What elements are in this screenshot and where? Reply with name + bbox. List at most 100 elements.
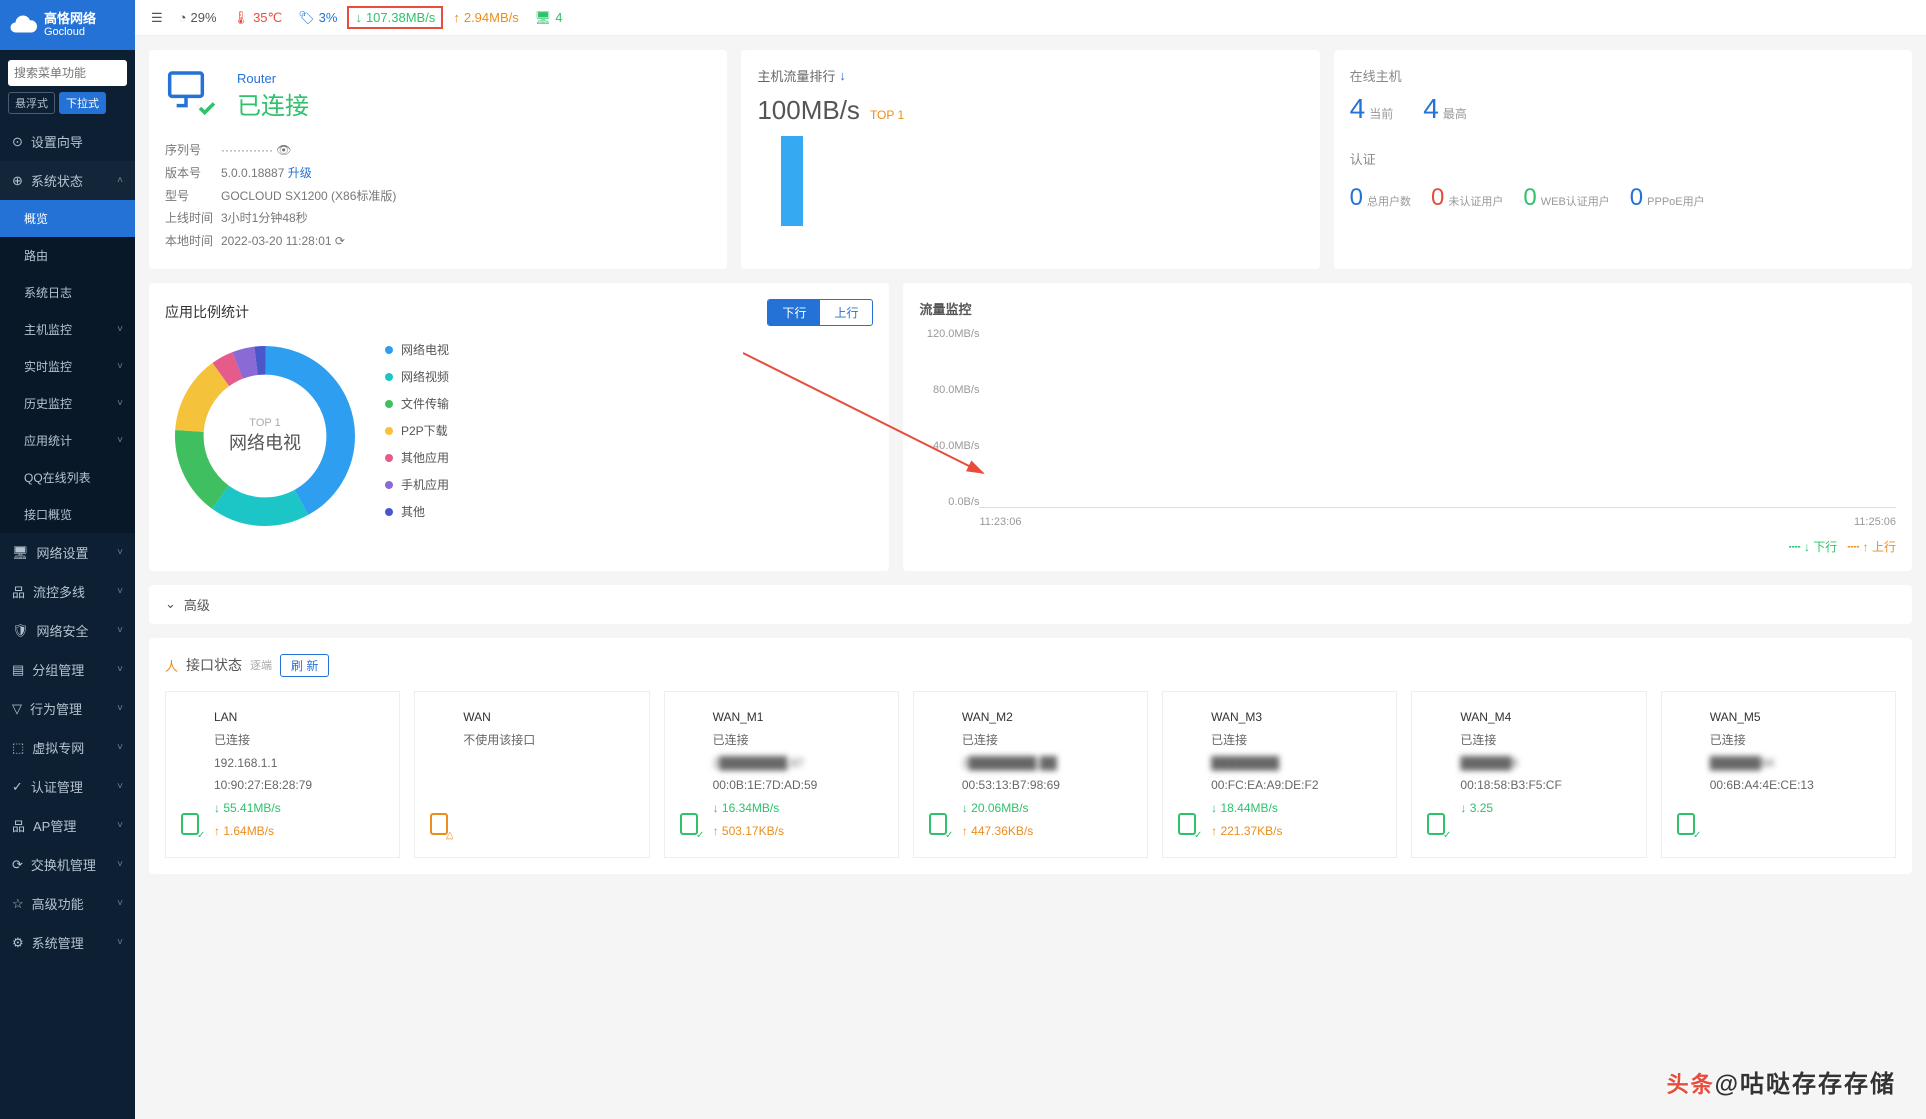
iface-card-WAN[interactable]: △ WAN不使用该接口 bbox=[414, 691, 649, 858]
iface-status-icon: △ bbox=[429, 812, 453, 843]
svg-text:✓: ✓ bbox=[197, 830, 204, 840]
menu-host[interactable]: 主机监控˅ bbox=[0, 311, 135, 348]
chevron-down-icon: ˅ bbox=[117, 398, 123, 409]
chevron-down-icon: ⌄ bbox=[165, 596, 176, 612]
iface-card-WAN_M3[interactable]: ✓ WAN_M3已连接████████00:FC:EA:A9:DE:F2↓ 18… bbox=[1162, 691, 1397, 858]
mem-stat: 🏷 3% bbox=[298, 10, 337, 26]
cloud-icon bbox=[8, 10, 38, 40]
menu-auth[interactable]: ✓ 认证管理˅ bbox=[0, 767, 135, 806]
tab-down[interactable]: 下行 bbox=[768, 300, 820, 325]
legend-item: 网络电视 bbox=[385, 341, 449, 358]
traffic-top: TOP 1 bbox=[870, 108, 904, 122]
menu-setup[interactable]: ⊙ 设置向导 bbox=[0, 122, 135, 161]
menu-log[interactable]: 系统日志 bbox=[0, 274, 135, 311]
iface-status-icon: ✓ bbox=[1676, 812, 1700, 843]
auth-item: 0未认证用户 bbox=[1431, 184, 1503, 212]
menu-overview[interactable]: 概览 bbox=[0, 200, 135, 237]
hosts-stat: 🖥 4 bbox=[535, 10, 563, 26]
svg-text:✓: ✓ bbox=[696, 830, 703, 840]
menu-network[interactable]: 🖥 网络设置˅ bbox=[0, 533, 135, 572]
flow-card: 流量监控 120.0MB/s80.0MB/s40.0MB/s0.0B/s 11:… bbox=[903, 283, 1912, 571]
submenu-status: 概览 路由 系统日志 主机监控˅ 实时监控˅ 历史监控˅ 应用统计˅ QQ在线列… bbox=[0, 200, 135, 533]
menu-app[interactable]: 应用统计˅ bbox=[0, 422, 135, 459]
menu-vpn[interactable]: ⬚ 虚拟专网˅ bbox=[0, 728, 135, 767]
content: Router 已连接 序列号············· 👁 版本号5.0.0.1… bbox=[135, 36, 1926, 1119]
topbar: ☰ ◔ 29% 🌡 35℃ 🏷 3% ↓ 107.38MB/s ↑ 2.94MB… bbox=[135, 0, 1926, 36]
iface-title: 接口状态 bbox=[186, 655, 242, 675]
tab-up[interactable]: 上行 bbox=[820, 300, 872, 325]
auth-item: 0总用户数 bbox=[1350, 184, 1411, 212]
menu-history[interactable]: 历史监控˅ bbox=[0, 385, 135, 422]
menu-group[interactable]: ▤ 分组管理˅ bbox=[0, 650, 135, 689]
upload-stat: ↑ 2.94MB/s bbox=[453, 10, 518, 25]
mode-float[interactable]: 悬浮式 bbox=[8, 92, 55, 114]
search-input[interactable] bbox=[8, 60, 127, 86]
refresh-icon[interactable]: ⟳ bbox=[335, 234, 345, 248]
iface-status-icon: ✓ bbox=[1426, 812, 1450, 843]
legend-item: 其他 bbox=[385, 503, 449, 520]
advanced-collapse[interactable]: ⌄ 高级 bbox=[149, 585, 1912, 624]
direction-tabs: 下行 上行 bbox=[767, 299, 873, 326]
hamburger-icon[interactable]: ☰ bbox=[151, 10, 163, 26]
chevron-down-icon: ˅ bbox=[117, 361, 123, 372]
iface-card-WAN_M4[interactable]: ✓ WAN_M4已连接██████800:18:58:B3:F5:CF↓ 3.2… bbox=[1411, 691, 1646, 858]
main: ☰ ◔ 29% 🌡 35℃ 🏷 3% ↓ 107.38MB/s ↑ 2.94MB… bbox=[135, 0, 1926, 1119]
menu-iface[interactable]: 接口概览 bbox=[0, 496, 135, 533]
iface-status-icon: ✓ bbox=[928, 812, 952, 843]
sort-down-icon[interactable]: ↓ bbox=[839, 68, 846, 83]
iface-card-LAN[interactable]: ✓ LAN已连接192.168.1.110:90:27:E8:28:79↓ 55… bbox=[165, 691, 400, 858]
flow-legend: ┉ ↓ 下行 ┉ ↑ 上行 bbox=[919, 538, 1896, 555]
menu-advanced[interactable]: ☆ 高级功能˅ bbox=[0, 884, 135, 923]
menu-system[interactable]: ⚙ 系统管理˅ bbox=[0, 923, 135, 962]
donut-chart: TOP 1 网络电视 bbox=[165, 336, 365, 536]
hosts-title: 在线主机 bbox=[1350, 66, 1896, 85]
refresh-button[interactable]: 刷 新 bbox=[280, 654, 329, 677]
iface-section: 人 接口状态 逐端 刷 新 ✓ LAN已连接192.168.1.110:90:2… bbox=[149, 638, 1912, 874]
router-card: Router 已连接 序列号············· 👁 版本号5.0.0.1… bbox=[149, 50, 727, 269]
network-icon: 人 bbox=[165, 656, 178, 675]
cpu-stat: ◔ 29% bbox=[179, 10, 217, 25]
menu-status[interactable]: ⊕ 系统状态˄ bbox=[0, 161, 135, 200]
chevron-down-icon: ˅ bbox=[117, 324, 123, 335]
brand-logo: 高恪网络Gocloud bbox=[0, 0, 135, 50]
svg-text:✓: ✓ bbox=[1443, 830, 1450, 840]
traffic-title: 主机流量排行 ↓ bbox=[757, 66, 1303, 85]
auth-title: 认证 bbox=[1350, 149, 1896, 168]
iface-card-WAN_M5[interactable]: ✓ WAN_M5已连接██████8400:6B:A4:4E:CE:13 bbox=[1661, 691, 1896, 858]
chevron-down-icon: ˅ bbox=[117, 435, 123, 446]
traffic-bar bbox=[781, 136, 803, 226]
mode-dropdown[interactable]: 下拉式 bbox=[59, 92, 106, 114]
menu-search[interactable]: 🔍 bbox=[8, 60, 127, 86]
menu-security[interactable]: 🛡 网络安全˅ bbox=[0, 611, 135, 650]
mode-tabs: 悬浮式 下拉式 bbox=[0, 92, 135, 122]
legend-item: 其他应用 bbox=[385, 449, 449, 466]
menu-route[interactable]: 路由 bbox=[0, 237, 135, 274]
svg-text:✓: ✓ bbox=[1194, 830, 1201, 840]
download-highlight: ↓ 107.38MB/s bbox=[347, 6, 443, 29]
sidebar-menu: ⊙ 设置向导 ⊕ 系统状态˄ 概览 路由 系统日志 主机监控˅ 实时监控˅ 历史… bbox=[0, 122, 135, 1119]
menu-realtime[interactable]: 实时监控˅ bbox=[0, 348, 135, 385]
legend-item: 网络视频 bbox=[385, 368, 449, 385]
auth-item: 0WEB认证用户 bbox=[1523, 184, 1609, 212]
router-icon bbox=[165, 66, 221, 125]
menu-flowctl[interactable]: 品 流控多线˅ bbox=[0, 572, 135, 611]
flow-title: 流量监控 bbox=[919, 299, 1896, 318]
router-status-text: 已连接 bbox=[237, 86, 309, 121]
router-label: Router bbox=[237, 71, 309, 86]
iface-card-WAN_M1[interactable]: ✓ WAN_M1已连接2████████.8700:0B:1E:7D:AD:59… bbox=[664, 691, 899, 858]
appstats-title: 应用比例统计 bbox=[165, 302, 249, 322]
svg-text:✓: ✓ bbox=[945, 830, 952, 840]
download-stat: ↓ 107.38MB/s bbox=[355, 10, 435, 25]
iface-card-WAN_M2[interactable]: ✓ WAN_M2已连接2████████.██00:53:13:B7:98:69… bbox=[913, 691, 1148, 858]
eye-icon[interactable]: 👁 bbox=[276, 143, 291, 157]
legend-item: P2P下载 bbox=[385, 422, 449, 439]
menu-switch[interactable]: ⟳ 交换机管理˅ bbox=[0, 845, 135, 884]
menu-ap[interactable]: 品 AP管理˅ bbox=[0, 806, 135, 845]
iface-status-icon: ✓ bbox=[679, 812, 703, 843]
menu-qq[interactable]: QQ在线列表 bbox=[0, 459, 135, 496]
iface-status-icon: ✓ bbox=[180, 812, 204, 843]
upgrade-link[interactable]: 升级 bbox=[288, 166, 312, 180]
traffic-value: 100MB/s bbox=[757, 95, 860, 125]
menu-behavior[interactable]: ▽ 行为管理˅ bbox=[0, 689, 135, 728]
auth-item: 0PPPoE用户 bbox=[1630, 184, 1705, 212]
